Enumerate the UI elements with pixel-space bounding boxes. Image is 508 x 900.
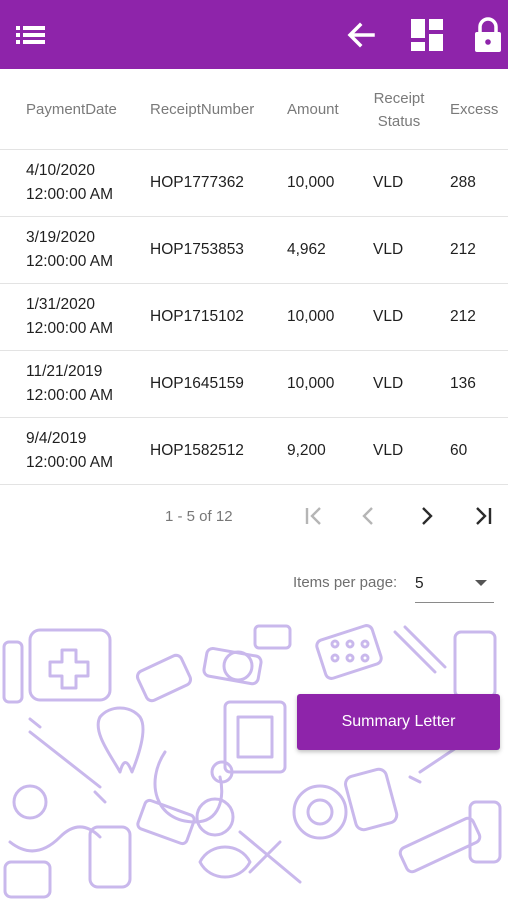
amount-cell: 10,000 xyxy=(287,149,370,217)
payment-date: 9/4/2019 xyxy=(26,430,87,447)
payment-date-cell: 9/4/2019 12:00:00 AM xyxy=(0,417,150,485)
app-bar xyxy=(0,0,508,69)
summary-letter-button[interactable]: Summary Letter xyxy=(297,694,500,750)
payment-date-cell: 1/31/2020 12:00:00 AM xyxy=(0,283,150,351)
medical-doodle-pattern xyxy=(0,622,508,900)
payment-time: 12:00:00 AM xyxy=(26,253,114,270)
amount-cell: 4,962 xyxy=(287,216,370,284)
receipt-number-cell: HOP1715102 xyxy=(150,283,287,351)
receipt-number-cell: HOP1645159 xyxy=(150,350,287,418)
payment-time: 12:00:00 AM xyxy=(26,387,114,404)
menu-list-icon xyxy=(16,25,45,44)
payment-date-cell: 4/10/2020 12:00:00 AM xyxy=(0,149,150,217)
payment-date: 4/10/2020 xyxy=(26,162,95,179)
receipt-status-cell: VLD xyxy=(370,149,450,217)
amount-cell: 10,000 xyxy=(287,283,370,351)
next-page-button[interactable] xyxy=(408,498,444,534)
table-header-row: PaymentDate ReceiptNumber Amount Receipt… xyxy=(0,70,508,150)
chevron-left-icon xyxy=(362,507,373,525)
back-button[interactable] xyxy=(338,0,384,69)
payments-table: PaymentDate ReceiptNumber Amount Receipt… xyxy=(0,70,508,485)
column-header-receipt-status-line2: Status xyxy=(377,112,421,130)
table-row[interactable]: 1/31/2020 12:00:00 AM HOP1715102 10,000 V… xyxy=(0,283,508,351)
last-page-button[interactable] xyxy=(465,498,501,534)
excess-cell: 60 xyxy=(450,417,508,485)
column-header-excess[interactable]: Excess xyxy=(450,70,508,150)
receipt-number-cell: HOP1753853 xyxy=(150,216,287,284)
table-row[interactable]: 9/4/2019 12:00:00 AM HOP1582512 9,200 VLD… xyxy=(0,417,508,485)
dashboard-icon xyxy=(411,18,443,51)
payment-time: 12:00:00 AM xyxy=(26,320,114,337)
items-per-page-select[interactable]: 5 xyxy=(415,567,494,603)
column-header-amount[interactable]: Amount xyxy=(287,70,370,150)
excess-cell: 288 xyxy=(450,149,508,217)
items-per-page: Items per page: 5 xyxy=(0,565,508,605)
page-range-label: 1 - 5 of 12 xyxy=(165,508,233,525)
arrow-back-icon xyxy=(347,22,375,47)
receipt-number-cell: HOP1777362 xyxy=(150,149,287,217)
lock-icon xyxy=(475,16,501,52)
amount-cell: 9,200 xyxy=(287,417,370,485)
column-header-payment-date[interactable]: PaymentDate xyxy=(0,70,150,150)
receipt-number-cell: HOP1582512 xyxy=(150,417,287,485)
column-header-receipt-number[interactable]: ReceiptNumber xyxy=(150,70,287,150)
payment-date-cell: 11/21/2019 12:00:00 AM xyxy=(0,350,150,418)
paginator: 1 - 5 of 12 xyxy=(0,488,508,548)
payment-time: 12:00:00 AM xyxy=(26,454,114,471)
excess-cell: 212 xyxy=(450,283,508,351)
dropdown-arrow-icon xyxy=(475,580,487,586)
chevron-right-icon xyxy=(422,507,433,525)
payment-date: 1/31/2020 xyxy=(26,296,95,313)
first-page-icon xyxy=(305,507,321,525)
column-header-receipt-status-line1: Receipt xyxy=(373,89,425,107)
payment-date: 11/21/2019 xyxy=(26,363,103,380)
dashboard-button[interactable] xyxy=(402,0,452,69)
table-row[interactable]: 4/10/2020 12:00:00 AM HOP1777362 10,000 V… xyxy=(0,149,508,217)
receipt-status-cell: VLD xyxy=(370,350,450,418)
payment-time: 12:00:00 AM xyxy=(26,186,114,203)
previous-page-button[interactable] xyxy=(351,498,387,534)
receipt-status-cell: VLD xyxy=(370,216,450,284)
excess-cell: 212 xyxy=(450,216,508,284)
receipt-status-cell: VLD xyxy=(370,283,450,351)
amount-cell: 10,000 xyxy=(287,350,370,418)
pattern-illustration xyxy=(2,624,502,899)
excess-cell: 136 xyxy=(450,350,508,418)
first-page-button[interactable] xyxy=(296,498,332,534)
column-header-receipt-status[interactable]: Receipt Status xyxy=(370,70,450,150)
last-page-icon xyxy=(476,507,492,525)
items-per-page-label: Items per page: xyxy=(293,574,398,591)
table-row[interactable]: 3/19/2020 12:00:00 AM HOP1753853 4,962 VL… xyxy=(0,216,508,284)
menu-button[interactable] xyxy=(6,0,56,69)
items-per-page-value: 5 xyxy=(415,575,424,592)
payment-date-cell: 3/19/2020 12:00:00 AM xyxy=(0,216,150,284)
payment-date: 3/19/2020 xyxy=(26,229,95,246)
table-row[interactable]: 11/21/2019 12:00:00 AM HOP1645159 10,000 … xyxy=(0,350,508,418)
lock-button[interactable] xyxy=(468,0,508,69)
receipt-status-cell: VLD xyxy=(370,417,450,485)
